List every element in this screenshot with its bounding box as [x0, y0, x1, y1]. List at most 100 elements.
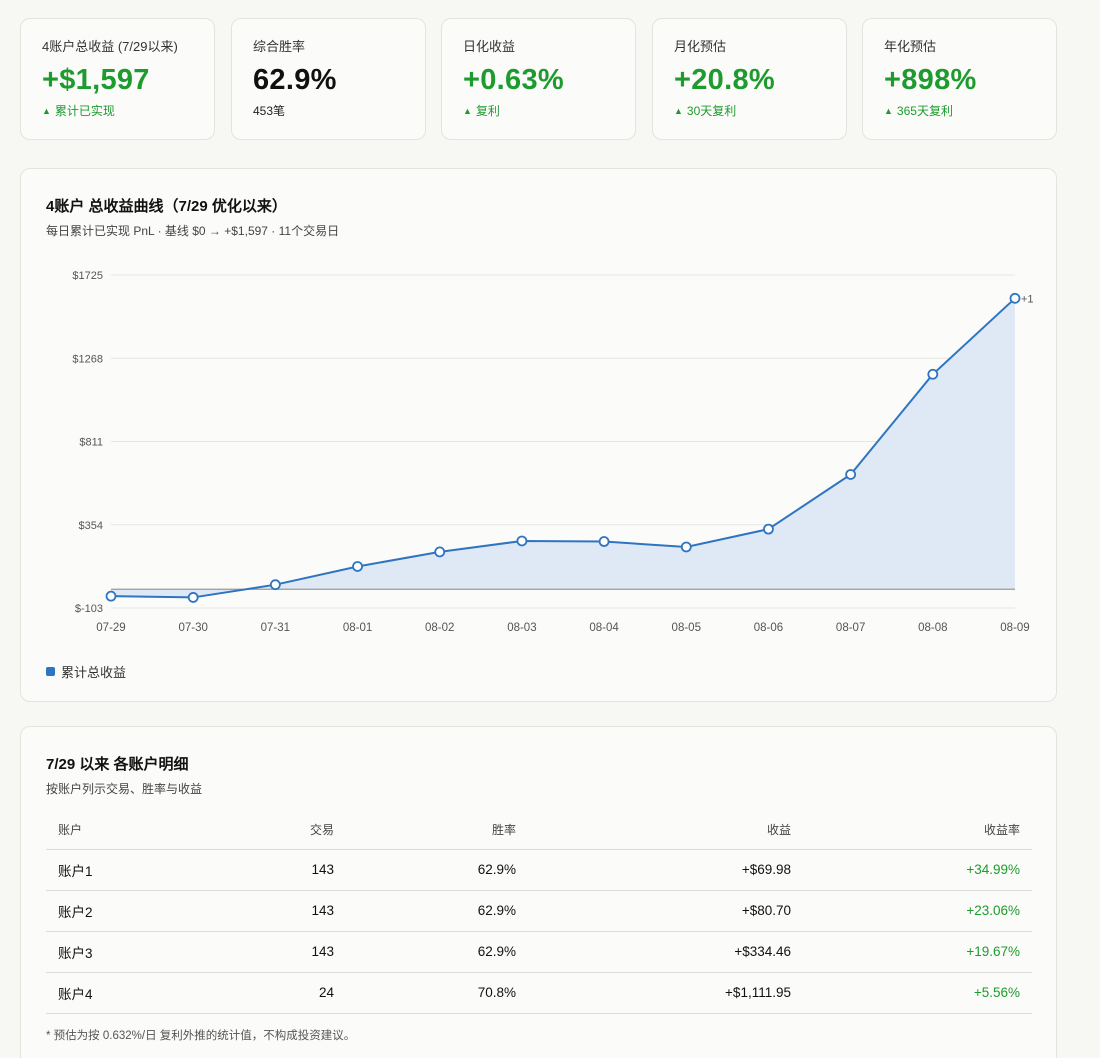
up-triangle-icon: ▲ [674, 106, 683, 116]
x-tick-label: 08-04 [589, 622, 619, 634]
col-header-account: 账户 [46, 811, 186, 850]
table-row: 账户1 143 62.9% +$69.98 +34.99% [46, 849, 1032, 891]
data-point [187, 592, 199, 603]
kpi-value: 62.9% [253, 64, 337, 96]
profit-chart: $1725 $1268 $811 $354 $-103 +1 07-29 07-30 07-31… [72, 270, 1034, 634]
cell-return: +23.06% [803, 890, 1032, 932]
x-tick-label: 08-05 [672, 622, 701, 634]
x-tick-label: 08-01 [343, 622, 372, 634]
kpi-label: 年化预估 [884, 39, 937, 54]
y-tick-label: $354 [79, 520, 103, 532]
kpi-card-monthly-estimate: 月化预估 +20.8% ▲ 30天复利 [652, 18, 847, 140]
area-fill [111, 298, 1015, 598]
col-header-return: 收益率 [803, 811, 1032, 850]
table-subtitle: 按账户列示交易、胜率与收益 [46, 782, 203, 796]
x-tick-label: 08-09 [1000, 622, 1029, 634]
y-tick-label: $1268 [72, 353, 103, 365]
end-value-label: +1 [1021, 293, 1034, 305]
data-point [105, 590, 117, 602]
cell-win-rate: 62.9% [346, 849, 528, 891]
x-tick-label: 07-31 [261, 622, 290, 634]
kpi-value: +$1,597 [42, 64, 150, 96]
cell-account: 账户2 [46, 890, 186, 932]
cell-return: +5.56% [803, 972, 1032, 1014]
cell-account: 账户3 [46, 931, 186, 973]
up-triangle-icon: ▲ [42, 106, 51, 116]
data-point [1009, 292, 1021, 304]
table-row: 账户4 24 70.8% +$1,111.95 +5.56% [46, 972, 1032, 1014]
kpi-value: +0.63% [463, 64, 564, 96]
legend-label: 累计总收益 [61, 665, 127, 680]
up-triangle-icon: ▲ [463, 106, 472, 116]
cell-profit: +$1,111.95 [528, 972, 803, 1014]
cell-account: 账户1 [46, 849, 186, 891]
kpi-label: 日化收益 [463, 39, 516, 54]
x-tick-label: 07-29 [96, 622, 125, 634]
kpi-sub: ▲ 365天复利 [884, 103, 1056, 119]
kpi-value: +20.8% [674, 64, 775, 96]
cell-win-rate: 62.9% [346, 931, 528, 973]
x-tick-label: 08-07 [836, 622, 865, 634]
cell-return: +19.67% [803, 931, 1032, 973]
table-title: 7/29 以来 各账户明细 [46, 756, 189, 773]
kpi-sub-text: 累计已实现 [54, 104, 115, 118]
cell-profit: +$334.46 [528, 931, 803, 973]
y-tick-label: $1725 [72, 270, 103, 282]
table-header-row: 账户 交易 胜率 收益 收益率 [46, 811, 1032, 850]
kpi-sub-text: 复利 [475, 104, 500, 118]
kpi-row: 4账户总收益 (7/29以来) +$1,597 ▲ 累计已实现 综合胜率 62.9… [20, 18, 1057, 140]
kpi-card-total-profit: 4账户总收益 (7/29以来) +$1,597 ▲ 累计已实现 [20, 18, 215, 140]
x-tick-label: 08-03 [507, 622, 536, 634]
kpi-sub: ▲ 累计已实现 [42, 103, 214, 119]
cell-profit: +$80.70 [528, 890, 803, 932]
y-tick-label: $-103 [75, 603, 103, 615]
kpi-label: 综合胜率 [253, 39, 306, 54]
col-header-trades: 交易 [186, 811, 346, 850]
kpi-value: +898% [884, 64, 977, 96]
cell-account: 账户4 [46, 972, 186, 1014]
kpi-sub: ▲ 复利 [463, 103, 635, 119]
data-point [269, 579, 281, 591]
dashboard-page: 4账户总收益 (7/29以来) +$1,597 ▲ 累计已实现 综合胜率 62.9… [0, 0, 1100, 1058]
kpi-card-win-rate: 综合胜率 62.9% 453笔 [231, 18, 426, 140]
cell-profit: +$69.98 [528, 849, 803, 891]
x-tick-label: 08-06 [754, 622, 783, 634]
legend-swatch [46, 667, 55, 676]
cell-win-rate: 62.9% [346, 890, 528, 932]
data-point [927, 368, 939, 380]
cell-return: +34.99% [803, 849, 1032, 891]
cell-trades: 143 [186, 890, 346, 932]
cell-trades: 143 [186, 849, 346, 891]
disclaimer-footnote: * 预估为按 0.632%/日 复利外推的统计值，不构成投资建议。 [46, 1030, 356, 1042]
kpi-sub-text: 30天复利 [686, 104, 737, 118]
data-point [680, 541, 692, 553]
kpi-card-annual-estimate: 年化预估 +898% ▲ 365天复利 [862, 18, 1057, 140]
data-point [598, 536, 610, 547]
account-table: 账户 交易 胜率 收益 收益率 账户1 143 62.9% +$69.98 +3… [46, 811, 1032, 1014]
data-point [763, 523, 774, 535]
cell-trades: 143 [186, 931, 346, 973]
x-tick-label: 08-08 [918, 622, 947, 634]
data-point [434, 546, 446, 558]
kpi-label: 4账户总收益 (7/29以来) [42, 39, 178, 54]
kpi-card-daily-return: 日化收益 +0.63% ▲ 复利 [441, 18, 636, 140]
account-detail-panel: 7/29 以来 各账户明细 按账户列示交易、胜率与收益 账户 交易 胜率 收益 … [20, 726, 1057, 1058]
data-point [516, 535, 528, 547]
col-header-profit: 收益 [528, 811, 803, 850]
x-tick-label: 08-02 [425, 622, 454, 634]
cell-trades: 24 [186, 972, 346, 1014]
kpi-sub: 453笔 [253, 103, 425, 119]
table-row: 账户2 143 62.9% +$80.70 +23.06% [46, 890, 1032, 932]
kpi-sub: ▲ 30天复利 [674, 103, 846, 119]
table-row: 账户3 143 62.9% +$334.46 +19.67% [46, 931, 1032, 973]
up-triangle-icon: ▲ [884, 106, 893, 116]
cell-win-rate: 70.8% [346, 972, 528, 1014]
profit-curve-panel: 4账户 总收益曲线（7/29 优化以来） 每日累计已实现 PnL · 基线 $0… [20, 168, 1057, 702]
data-point [352, 561, 363, 572]
col-header-win-rate: 胜率 [346, 811, 528, 850]
chart-legend[interactable]: 累计总收益 [46, 662, 126, 681]
y-tick-label: $811 [79, 437, 103, 449]
data-point [845, 469, 857, 480]
kpi-label: 月化预估 [674, 39, 727, 54]
kpi-sub-text: 453笔 [253, 104, 286, 118]
